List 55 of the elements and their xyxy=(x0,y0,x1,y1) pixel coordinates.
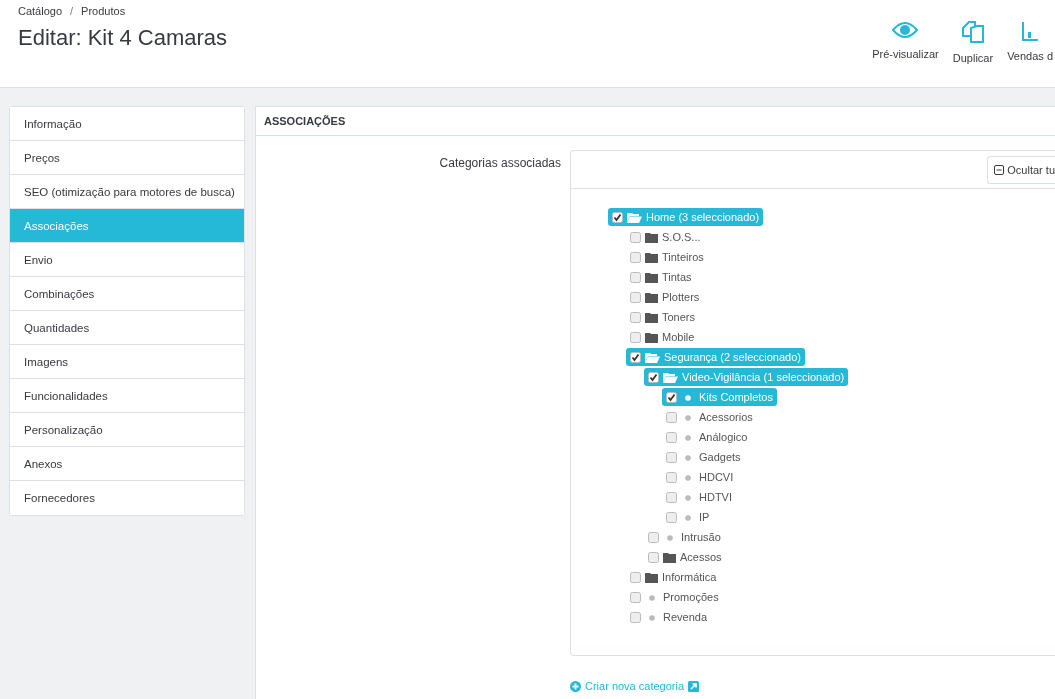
checkbox[interactable] xyxy=(630,231,641,243)
panel-title: ASSOCIAÇÕES xyxy=(256,107,1055,136)
category-node[interactable]: Tintas xyxy=(626,268,696,286)
category-node[interactable]: Promoções xyxy=(626,588,723,606)
checkbox[interactable] xyxy=(666,491,677,503)
category-node[interactable]: Análogico xyxy=(662,428,752,446)
checkbox[interactable] xyxy=(630,351,641,363)
checkbox[interactable] xyxy=(630,251,641,263)
checkbox[interactable] xyxy=(666,431,677,443)
checkbox[interactable] xyxy=(630,291,641,303)
field-label: Categorias associadas xyxy=(438,156,562,172)
toolbar-button[interactable]: Pré-visualizar xyxy=(870,20,941,60)
toolbar-button[interactable]: Duplicar xyxy=(950,20,996,64)
sidebar-tab[interactable]: Informação xyxy=(10,107,244,141)
checkbox[interactable] xyxy=(630,271,641,283)
category-node[interactable]: Mobile xyxy=(626,328,699,346)
bar-chart-icon xyxy=(1021,20,1040,42)
category-node[interactable]: Acessorios xyxy=(662,408,757,426)
checkbox[interactable] xyxy=(630,311,641,323)
copy-icon xyxy=(959,20,986,44)
category-node[interactable]: HDCVI xyxy=(662,468,738,486)
category-node[interactable]: Acessos xyxy=(644,548,726,566)
checkbox[interactable] xyxy=(666,411,677,423)
external-link-icon xyxy=(688,680,700,692)
category-node[interactable]: Toners xyxy=(626,308,700,326)
checkbox[interactable] xyxy=(648,531,659,543)
checkbox[interactable] xyxy=(648,551,659,563)
collapse-all-button[interactable]: Ocultar tu xyxy=(987,155,1055,184)
eye-icon xyxy=(892,20,919,40)
checkbox[interactable] xyxy=(612,211,623,223)
breadcrumb-link[interactable]: Catálogo xyxy=(18,5,63,17)
checkbox[interactable] xyxy=(666,391,677,403)
checkbox[interactable] xyxy=(648,371,659,383)
checkbox[interactable] xyxy=(630,591,641,603)
checkbox[interactable] xyxy=(630,571,641,583)
checkbox[interactable] xyxy=(630,611,641,623)
breadcrumb-link[interactable]: Produtos xyxy=(81,5,126,17)
checkbox[interactable] xyxy=(630,331,641,343)
toolbar-button[interactable]: Vendas d xyxy=(1005,20,1055,62)
category-node[interactable]: Intrusão xyxy=(644,528,725,546)
plus-circle-icon xyxy=(570,680,581,692)
breadcrumb-separator: / xyxy=(70,5,74,17)
category-node[interactable]: Tinteiros xyxy=(626,248,708,266)
page-title: Editar: Kit 4 Camaras xyxy=(18,25,228,51)
category-node[interactable]: IP xyxy=(662,508,714,526)
checkbox[interactable] xyxy=(666,511,677,523)
category-node[interactable]: Informática xyxy=(626,568,721,586)
category-node[interactable]: Revenda xyxy=(626,608,712,626)
category-node[interactable]: HDTVI xyxy=(662,488,736,506)
minus-square-icon xyxy=(994,164,1005,175)
checkbox[interactable] xyxy=(666,471,677,483)
category-node[interactable]: Plotters xyxy=(626,288,704,306)
category-node[interactable]: S.O.S... xyxy=(626,228,705,246)
checkbox[interactable] xyxy=(666,451,677,463)
category-node[interactable]: Gadgets xyxy=(662,448,745,466)
